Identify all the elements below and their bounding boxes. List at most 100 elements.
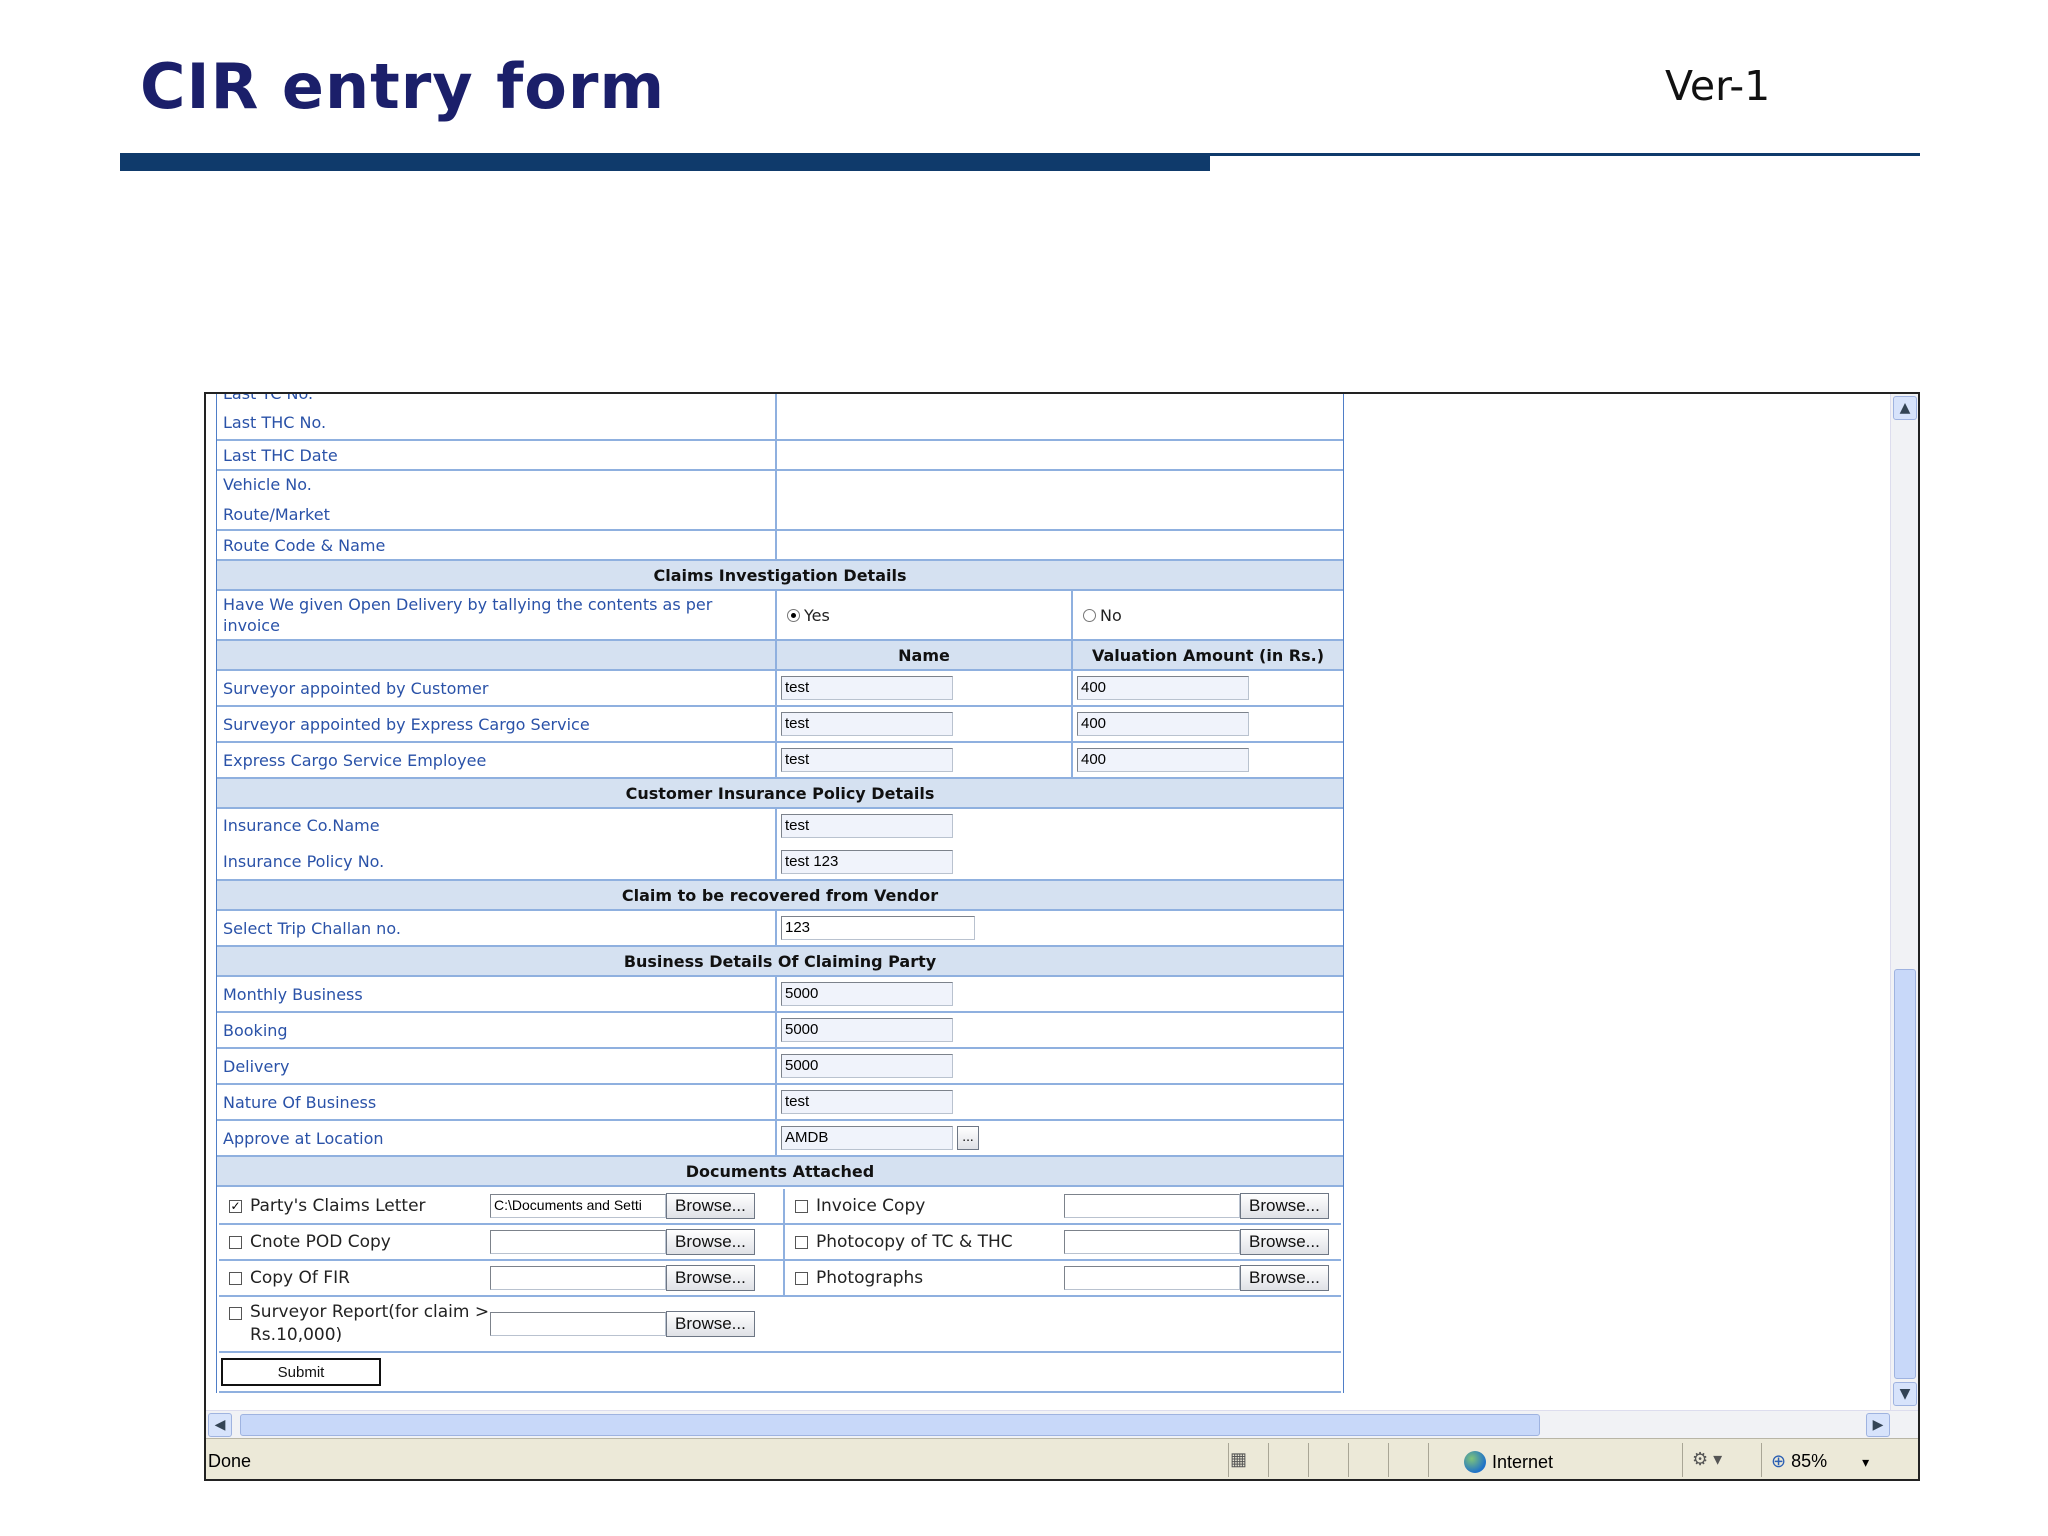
nature-of-business-input[interactable]: test xyxy=(781,1090,953,1114)
route-label: Last TC No. xyxy=(223,394,313,409)
radio-no[interactable]: No xyxy=(1073,591,1343,639)
claims-letter-file-input[interactable]: C:\Documents and Setti xyxy=(490,1194,666,1218)
doc-label: Invoice Copy xyxy=(816,1196,926,1216)
insurance-row: Insurance Co.Name Insurance Policy No. t… xyxy=(217,809,1343,881)
section-business: Business Details Of Claiming Party xyxy=(217,947,1343,977)
route-group-3: Vehicle No. Route/Market xyxy=(217,471,1343,531)
route-value xyxy=(777,531,1343,559)
invoice-copy-checkbox[interactable] xyxy=(795,1199,808,1213)
zoom-control[interactable]: ⊕ 85% ▾ xyxy=(1771,1451,1869,1472)
documents-grid: ✓ Party's Claims Letter C:\Documents and… xyxy=(217,1187,1343,1393)
zoom-dropdown-icon[interactable]: ▾ xyxy=(1862,1454,1869,1470)
invoice-copy-file-input[interactable] xyxy=(1064,1194,1240,1218)
route-label: Last THC Date xyxy=(223,445,338,465)
scroll-down-icon[interactable]: ▼ xyxy=(1893,1382,1917,1406)
insurance-policy-label: Insurance Policy No. xyxy=(223,852,385,871)
photographs-browse-button[interactable]: Browse... xyxy=(1240,1265,1329,1291)
claims-row-label: Surveyor appointed by Customer xyxy=(217,671,777,705)
doc-label: Photocopy of TC & THC xyxy=(816,1232,1013,1252)
title-rule-thin xyxy=(1210,153,1920,156)
doc-label: Photographs xyxy=(816,1268,924,1288)
security-zone: Internet xyxy=(1464,1451,1553,1473)
vertical-scrollbar[interactable]: ▲ ▼ xyxy=(1890,394,1918,1410)
claims-column-header: Name Valuation Amount (in Rs.) xyxy=(217,641,1343,671)
section-insurance: Customer Insurance Policy Details xyxy=(217,779,1343,809)
business-row-label: Delivery xyxy=(217,1049,777,1083)
doc-label: Copy Of FIR xyxy=(250,1268,350,1288)
photocopy-tc-thc-checkbox[interactable] xyxy=(795,1235,808,1249)
claims-row: Surveyor appointed by Customer test 400 xyxy=(217,671,1343,707)
photocopy-tc-thc-browse-button[interactable]: Browse... xyxy=(1240,1229,1329,1255)
trip-challan-select[interactable]: 123 xyxy=(781,916,975,940)
radio-no-icon[interactable] xyxy=(1083,608,1096,622)
protected-mode-icon[interactable]: ⚙ ▾ xyxy=(1692,1449,1722,1470)
zoom-icon: ⊕ xyxy=(1771,1451,1787,1471)
approve-location-input[interactable]: AMDB xyxy=(781,1126,953,1150)
col-header-name: Name xyxy=(777,641,1073,669)
open-delivery-label: Have We given Open Delivery by tallying … xyxy=(223,595,713,635)
route-value xyxy=(777,394,1343,439)
open-delivery-row: Have We given Open Delivery by tallying … xyxy=(217,591,1343,641)
vertical-scroll-thumb[interactable] xyxy=(1894,969,1916,1379)
business-row-label: Booking xyxy=(217,1013,777,1047)
slide-title: CIR entry form xyxy=(140,50,666,123)
business-row: Delivery 5000 xyxy=(217,1049,1343,1085)
radio-yes-icon[interactable] xyxy=(787,608,800,622)
cnote-pod-checkbox[interactable] xyxy=(229,1235,242,1249)
doc-label: Cnote POD Copy xyxy=(250,1232,391,1252)
business-row-label: Nature Of Business xyxy=(217,1085,777,1119)
delivery-input[interactable]: 5000 xyxy=(781,1054,953,1078)
horizontal-scroll-thumb[interactable] xyxy=(240,1414,1540,1436)
radio-yes[interactable]: Yes xyxy=(777,591,1073,639)
doc-label: Surveyor Report(for claim > Rs.10,000) xyxy=(250,1302,490,1345)
claims-row: Express Cargo Service Employee test 400 xyxy=(217,743,1343,779)
doc-row: ✓ Party's Claims Letter C:\Documents and… xyxy=(219,1189,1341,1225)
submit-button[interactable]: Submit xyxy=(221,1358,381,1386)
route-label: Vehicle No. xyxy=(223,475,312,494)
location-picker-button[interactable]: ... xyxy=(957,1126,979,1150)
scroll-left-icon[interactable]: ◀ xyxy=(208,1413,232,1437)
slide-version: Ver-1 xyxy=(1665,62,1771,110)
surveyor-company-name-input[interactable]: test xyxy=(781,712,953,736)
route-label: Route Code & Name xyxy=(223,535,386,555)
booking-input[interactable]: 5000 xyxy=(781,1018,953,1042)
horizontal-scrollbar[interactable]: ◀ ▶ xyxy=(206,1410,1918,1438)
claims-letter-checkbox[interactable]: ✓ xyxy=(229,1199,242,1213)
insurance-company-input[interactable]: test xyxy=(781,814,953,838)
monthly-business-input[interactable]: 5000 xyxy=(781,982,953,1006)
surveyor-report-file-input[interactable] xyxy=(490,1312,666,1336)
cnote-pod-browse-button[interactable]: Browse... xyxy=(666,1229,755,1255)
trip-challan-label: Select Trip Challan no. xyxy=(217,911,777,945)
surveyor-report-checkbox[interactable] xyxy=(229,1307,242,1320)
insurance-company-label: Insurance Co.Name xyxy=(223,816,380,835)
photocopy-tc-thc-file-input[interactable] xyxy=(1064,1230,1240,1254)
photographs-checkbox[interactable] xyxy=(795,1271,808,1285)
section-vendor: Claim to be recovered from Vendor xyxy=(217,881,1343,911)
invoice-copy-browse-button[interactable]: Browse... xyxy=(1240,1193,1329,1219)
business-row-label: Monthly Business xyxy=(217,977,777,1011)
route-label: Last THC No. xyxy=(223,413,327,432)
cnote-pod-file-input[interactable] xyxy=(490,1230,666,1254)
copy-fir-browse-button[interactable]: Browse... xyxy=(666,1265,755,1291)
copy-fir-checkbox[interactable] xyxy=(229,1271,242,1285)
surveyor-report-browse-button[interactable]: Browse... xyxy=(666,1311,755,1337)
claims-letter-browse-button[interactable]: Browse... xyxy=(666,1193,755,1219)
surveyor-company-amount-input[interactable]: 400 xyxy=(1077,712,1249,736)
surveyor-customer-name-input[interactable]: test xyxy=(781,676,953,700)
route-value xyxy=(777,441,1343,469)
employee-amount-input[interactable]: 400 xyxy=(1077,748,1249,772)
insurance-policy-input[interactable]: test 123 xyxy=(781,850,953,874)
surveyor-customer-amount-input[interactable]: 400 xyxy=(1077,676,1249,700)
approve-location-label: Approve at Location xyxy=(217,1121,777,1155)
employee-name-input[interactable]: test xyxy=(781,748,953,772)
globe-icon xyxy=(1464,1451,1486,1473)
copy-fir-file-input[interactable] xyxy=(490,1266,666,1290)
vendor-row: Select Trip Challan no. 123 xyxy=(217,911,1343,947)
route-group-2: Last THC Date xyxy=(217,441,1343,471)
photographs-file-input[interactable] xyxy=(1064,1266,1240,1290)
route-group-4: Route Code & Name xyxy=(217,531,1343,561)
script-icon: ▦ xyxy=(1230,1449,1248,1469)
scroll-up-icon[interactable]: ▲ xyxy=(1893,396,1917,420)
business-row: Booking 5000 xyxy=(217,1013,1343,1049)
scroll-right-icon[interactable]: ▶ xyxy=(1866,1413,1890,1437)
